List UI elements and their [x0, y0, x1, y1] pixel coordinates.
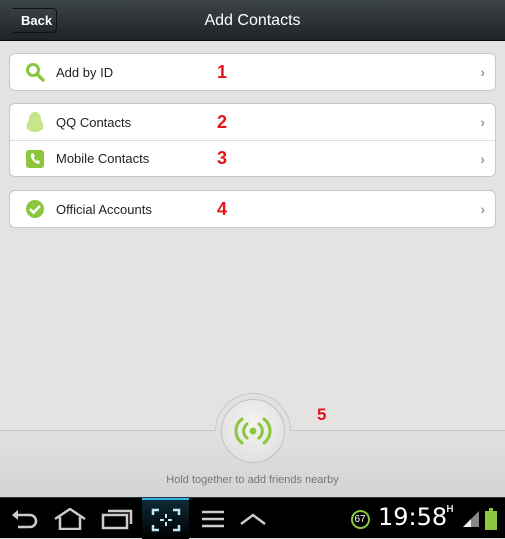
group-official: Official Accounts 4 › — [9, 190, 496, 228]
annotation-marker: 2 — [217, 111, 228, 132]
page-title: Add Contacts — [204, 12, 301, 29]
menu-icon[interactable] — [200, 504, 226, 534]
item-label: Mobile Contacts — [56, 151, 150, 166]
annotation-marker: 4 — [217, 198, 228, 219]
system-nav-bar: 67 19:58 H — [0, 497, 505, 539]
annotation-marker: 3 — [217, 148, 228, 168]
recent-apps-icon[interactable] — [100, 504, 134, 534]
chevron-right-icon: › — [480, 114, 485, 130]
radar-signal-icon — [234, 417, 272, 445]
list-item-qq-contacts[interactable]: QQ Contacts 2 › — [10, 104, 495, 140]
notification-badge[interactable]: 67 — [350, 504, 370, 534]
item-label: Add by ID — [56, 64, 114, 80]
title-bar: Back Add Contacts — [0, 0, 505, 41]
list-item-add-by-id[interactable]: Add by ID 1 › — [10, 54, 495, 90]
phone-icon — [24, 148, 46, 170]
list-item-mobile-contacts[interactable]: Mobile Contacts 3 › — [10, 140, 495, 176]
list-item-official-accounts[interactable]: Official Accounts 4 › — [10, 191, 495, 227]
signal-icon — [462, 504, 480, 534]
check-badge-icon — [24, 198, 46, 220]
chevron-up-icon[interactable] — [238, 504, 268, 534]
chevron-right-icon: › — [480, 150, 485, 167]
back-nav-icon[interactable] — [8, 504, 40, 534]
search-icon — [24, 61, 46, 83]
group-add-by-id: Add by ID 1 › — [9, 53, 496, 91]
badge-count: 67 — [350, 509, 370, 529]
nearby-button[interactable] — [221, 399, 285, 463]
chevron-right-icon: › — [480, 64, 485, 80]
group-contacts: QQ Contacts 2 › Mobile Contacts 3 › — [9, 103, 496, 177]
home-icon[interactable] — [52, 504, 88, 534]
screenshot-icon[interactable] — [142, 498, 189, 539]
clock: 19:58 — [378, 503, 448, 531]
qq-penguin-icon — [24, 111, 46, 133]
item-label: Official Accounts — [56, 201, 152, 217]
annotation-marker: 5 — [317, 405, 327, 424]
battery-icon — [484, 504, 498, 534]
nearby-hint: Hold together to add friends nearby — [166, 474, 339, 486]
annotation-marker: 1 — [217, 61, 228, 82]
network-type: H — [446, 504, 454, 515]
item-label: QQ Contacts — [56, 114, 132, 130]
chevron-right-icon: › — [480, 201, 485, 217]
